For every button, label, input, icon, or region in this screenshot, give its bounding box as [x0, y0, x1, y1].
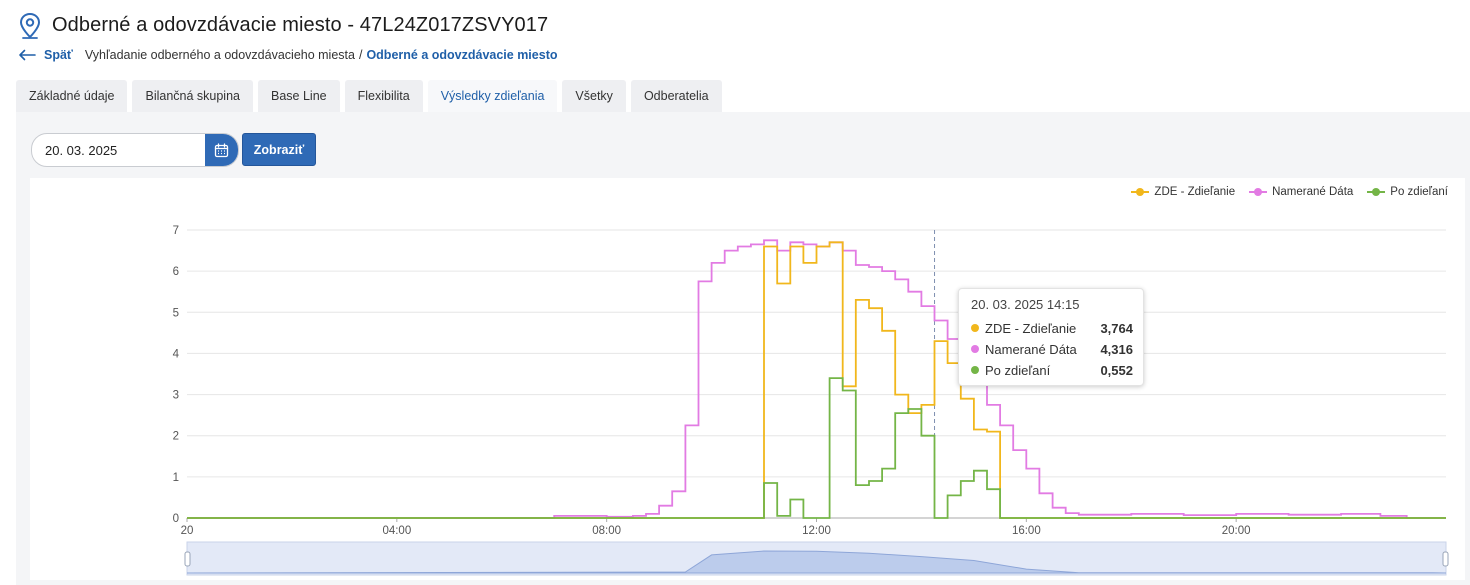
tooltip-dot [971, 366, 979, 374]
tab-bilancna-skupina[interactable]: Bilančná skupina [132, 80, 253, 112]
x-tick-label: 08:00 [592, 525, 621, 537]
chart-tooltip: 20. 03. 2025 14:15 ZDE - Zdieľanie 3,764… [958, 288, 1144, 386]
zoom-handle-left [184, 551, 191, 567]
tab-odberatelia[interactable]: Odberatelia [630, 80, 722, 112]
y-tick-label: 4 [173, 348, 180, 360]
breadcrumb: Späť Vyhľadanie odberného a odovzdávacie… [18, 46, 558, 64]
chart-card: 0 1 2 3 4 5 6 7 20 04:00 08:00 12:00 16:00 20:00 [30, 178, 1465, 580]
date-input[interactable] [32, 134, 202, 166]
breadcrumb-separator: / [358, 48, 363, 62]
calendar-button[interactable] [205, 134, 238, 166]
x-tick-label: 12:00 [802, 525, 831, 537]
tooltip-row: Po zdieľaní 0,552 [971, 361, 1133, 379]
tab-zakladne-udaje[interactable]: Základné údaje [16, 80, 128, 112]
location-pin-icon [18, 10, 42, 42]
breadcrumb-link-search[interactable]: Vyhľadanie odberného a odovzdávacieho mi… [85, 48, 355, 62]
tooltip-series-name: ZDE - Zdieľanie [985, 320, 1077, 336]
back-button[interactable]: Späť [18, 48, 73, 62]
legend-marker [1131, 187, 1150, 197]
x-tick-label: 16:00 [1012, 525, 1041, 537]
back-label: Späť [44, 48, 73, 62]
y-tick-label: 1 [173, 472, 179, 484]
chart-legend: ZDE - Zdieľanie Namerané Dáta Po zdieľan… [1117, 186, 1448, 198]
tooltip-value: 3,764 [1100, 320, 1133, 336]
y-tick-label: 2 [173, 431, 179, 443]
tooltip-title: 20. 03. 2025 14:15 [971, 297, 1080, 312]
x-tick-label: 04:00 [382, 525, 411, 537]
x-tick-label: 20:00 [1222, 525, 1251, 537]
tooltip-row: ZDE - Zdieľanie 3,764 [971, 319, 1133, 337]
legend-item-po-zdielani[interactable]: Po zdieľaní [1367, 186, 1448, 198]
legend-marker [1249, 187, 1268, 197]
tooltip-dot [971, 345, 979, 353]
y-tick-label: 0 [173, 513, 179, 525]
y-tick-label: 3 [173, 390, 179, 402]
calendar-icon [214, 142, 229, 157]
date-picker [31, 133, 239, 167]
series-line-1 [187, 239, 1446, 519]
zoom-handle-right [1442, 551, 1449, 567]
series-line-2 [187, 377, 1446, 519]
tooltip-series-name: Namerané Dáta [985, 341, 1077, 357]
tab-vysledky-zdielania[interactable]: Výsledky zdieľania [427, 80, 558, 112]
tooltip-dot [971, 324, 979, 332]
page-title: Odberné a odovzdávacie miesto - 47L24Z01… [52, 14, 549, 36]
breadcrumb-current: Odberné a odovzdávacie miesto [366, 48, 558, 62]
legend-label: ZDE - Zdieľanie [1154, 186, 1236, 198]
x-tick-label: 20 [181, 525, 194, 537]
tab-vsetky[interactable]: Všetky [562, 80, 626, 112]
arrow-left-icon [19, 49, 36, 61]
tooltip-value: 4,316 [1100, 341, 1133, 357]
y-tick-label: 6 [173, 266, 179, 278]
legend-item-zde-zdielanie[interactable]: ZDE - Zdieľanie [1131, 186, 1235, 198]
tooltip-series-name: Po zdieľaní [985, 362, 1051, 378]
chart-svg: 0 1 2 3 4 5 6 7 20 04:00 08:00 12:00 16:00 20:00 [173, 225, 1449, 576]
y-tick-label: 5 [173, 307, 179, 319]
tab-base-line[interactable]: Base Line [258, 80, 340, 112]
tooltip-value: 0,552 [1100, 362, 1133, 378]
tab-bar: Základné údaje Bilančná skupina Base Lin… [16, 80, 727, 112]
legend-label: Po zdieľaní [1390, 186, 1448, 198]
tab-flexibilita[interactable]: Flexibilita [344, 80, 423, 112]
y-tick-label: 7 [173, 225, 179, 237]
legend-item-namerane-data[interactable]: Namerané Dáta [1249, 186, 1353, 198]
legend-label: Namerané Dáta [1272, 186, 1354, 198]
tooltip-row: Namerané Dáta 4,316 [971, 340, 1133, 358]
legend-marker [1367, 187, 1386, 197]
show-button[interactable]: Zobraziť [242, 133, 316, 166]
